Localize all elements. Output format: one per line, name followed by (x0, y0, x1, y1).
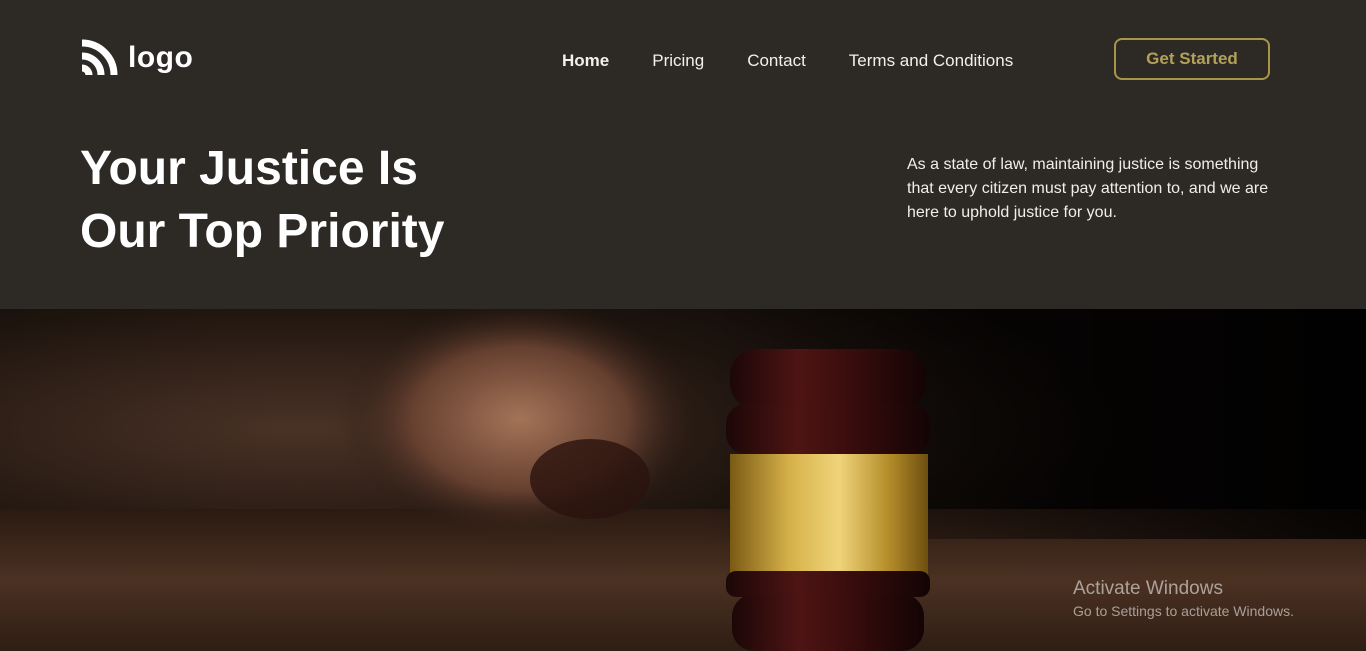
wifi-waves-icon (81, 39, 118, 76)
nav-terms[interactable]: Terms and Conditions (849, 50, 1013, 72)
logo[interactable]: logo (80, 38, 193, 78)
nav-home[interactable]: Home (562, 50, 609, 72)
hero-headline: Your Justice Is Our Top Priority (80, 137, 444, 263)
logo-text: logo (128, 41, 194, 74)
nav-pricing[interactable]: Pricing (652, 50, 704, 72)
site-header: logo Home Pricing Contact Terms and Cond… (0, 0, 1366, 309)
headline-line-2: Our Top Priority (80, 205, 445, 258)
hero-image (0, 309, 1366, 651)
hero-description: As a state of law, maintaining justice i… (907, 156, 1269, 221)
get-started-button[interactable]: Get Started (1114, 38, 1270, 80)
nav-contact[interactable]: Contact (747, 50, 806, 72)
main-nav: Home Pricing Contact Terms and Condition… (562, 50, 1056, 72)
headline-line-1: Your Justice Is (80, 142, 418, 195)
gavel-photo (0, 309, 1366, 651)
